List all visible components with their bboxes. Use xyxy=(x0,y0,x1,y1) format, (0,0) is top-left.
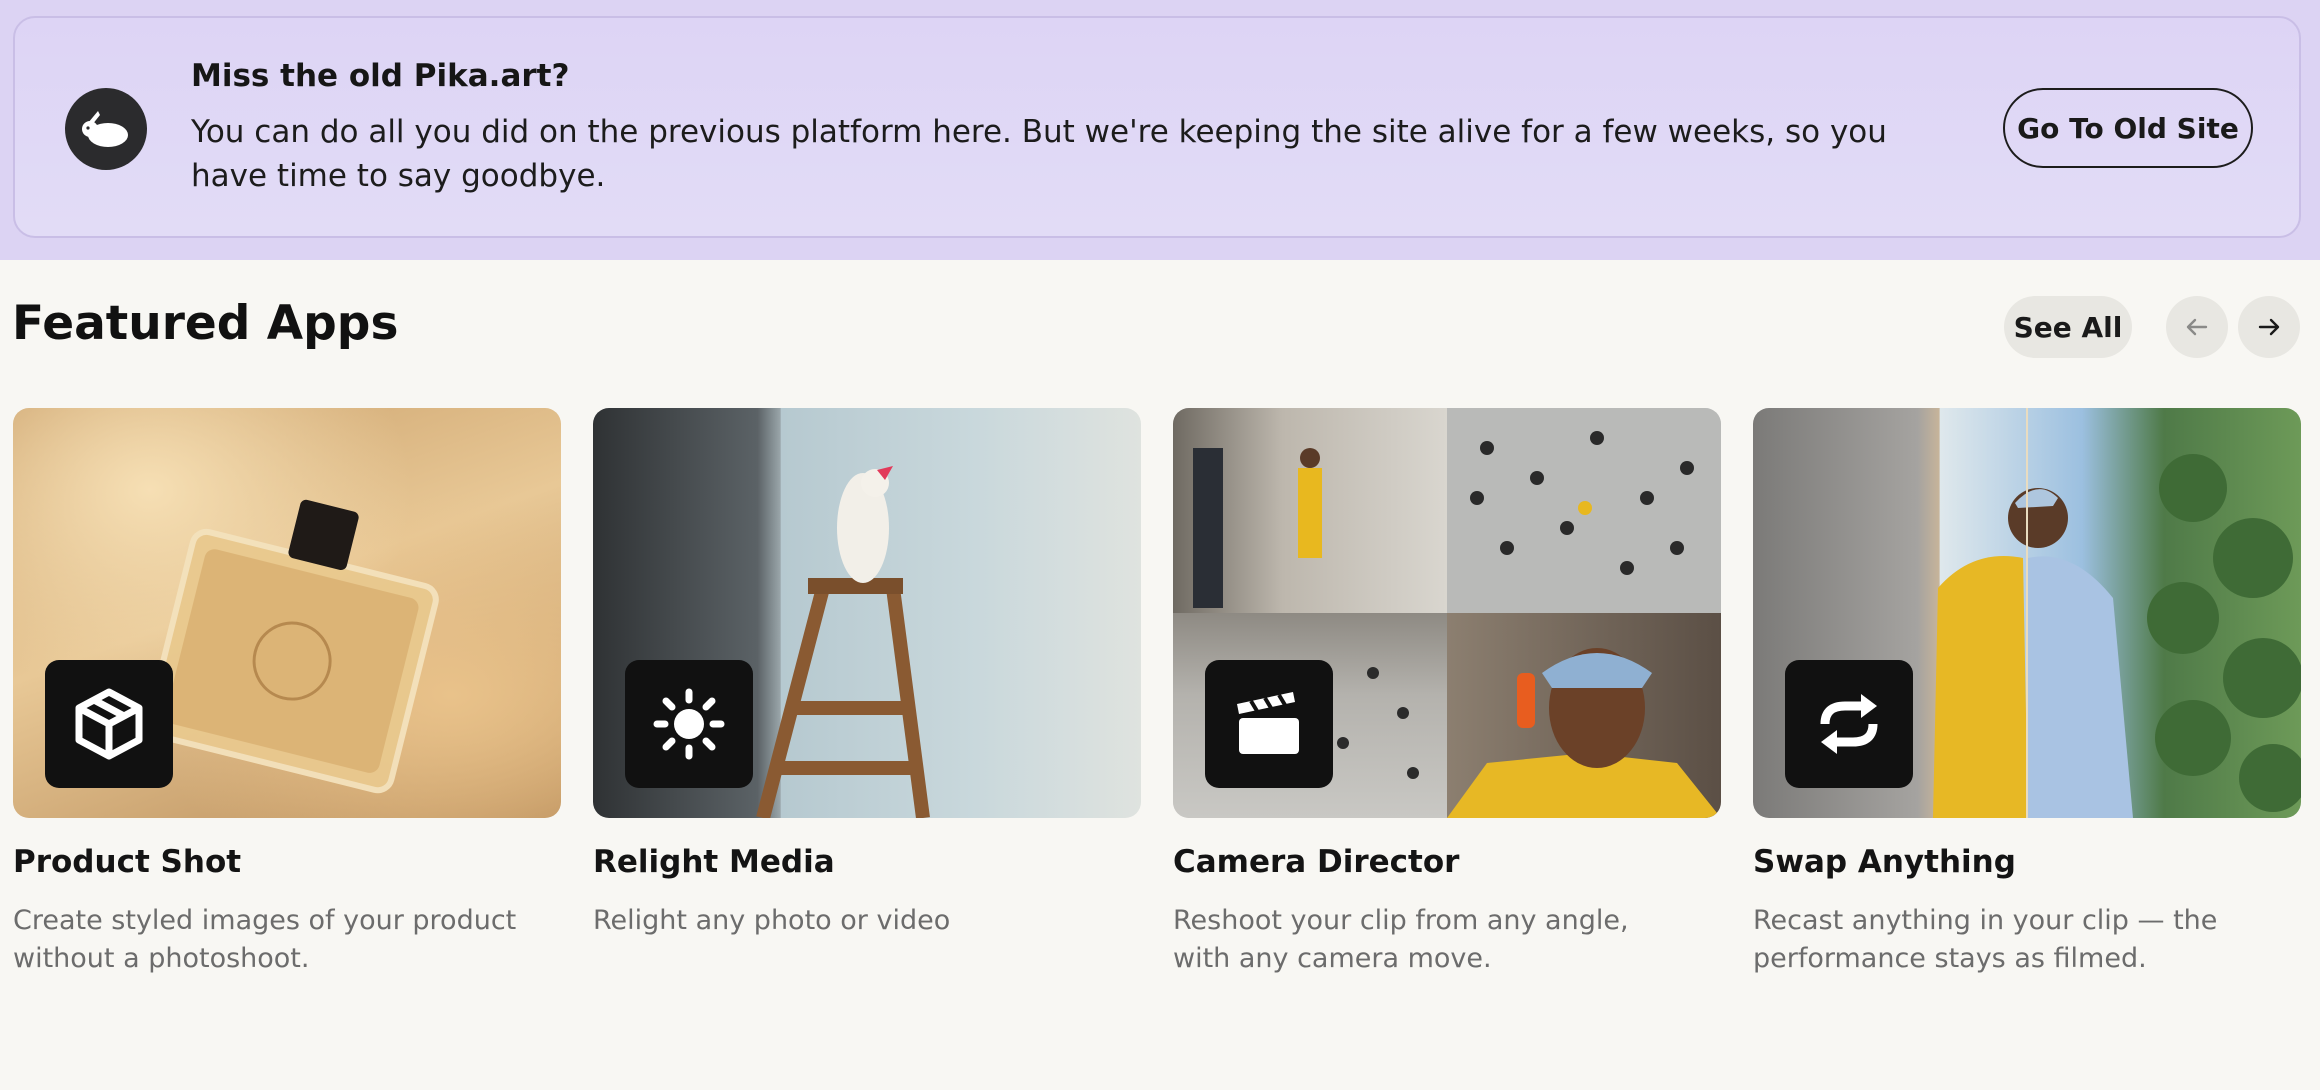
app-title: Relight Media xyxy=(593,844,835,880)
app-description: Reshoot your clip from any angle, with a… xyxy=(1173,905,1629,974)
app-description: Recast anything in your clip — the perfo… xyxy=(1753,905,2218,974)
swap-arrows-icon xyxy=(1785,660,1913,788)
old-site-banner: Miss the old Pika.art? You can do all yo… xyxy=(13,16,2301,238)
app-card-product-shot[interactable]: Product Shot Create styled images of you… xyxy=(13,408,561,978)
go-to-old-site-button[interactable]: Go To Old Site xyxy=(2003,88,2253,168)
camera-director-thumbnail xyxy=(1173,408,1721,818)
app-card-relight-media[interactable]: Relight Media Relight any photo or video xyxy=(593,408,1141,940)
app-title: Product Shot xyxy=(13,844,242,880)
arrow-left-icon xyxy=(2186,318,2208,336)
sun-icon xyxy=(625,660,753,788)
pika-bunny-icon xyxy=(65,88,147,170)
relight-media-thumbnail xyxy=(593,408,1141,818)
banner-title: Miss the old Pika.art? xyxy=(191,58,570,94)
product-shot-thumbnail xyxy=(13,408,561,818)
banner-text: You can do all you did on the previous p… xyxy=(191,114,1887,194)
carousel-next-button[interactable] xyxy=(2238,296,2300,358)
featured-apps-title: Featured Apps xyxy=(12,296,399,351)
app-card-swap-anything[interactable]: Swap Anything Recast anything in your cl… xyxy=(1753,408,2301,978)
app-title: Camera Director xyxy=(1173,844,1460,880)
app-card-camera-director[interactable]: Camera Director Reshoot your clip from a… xyxy=(1173,408,1721,978)
app-description: Create styled images of your product wit… xyxy=(13,905,517,974)
clapperboard-icon xyxy=(1205,660,1333,788)
arrow-right-icon xyxy=(2258,318,2280,336)
app-title: Swap Anything xyxy=(1753,844,2016,880)
see-all-button[interactable]: See All xyxy=(2004,296,2132,358)
app-description: Relight any photo or video xyxy=(593,905,951,936)
carousel-prev-button[interactable] xyxy=(2166,296,2228,358)
swap-anything-thumbnail xyxy=(1753,408,2301,818)
cube-icon xyxy=(45,660,173,788)
